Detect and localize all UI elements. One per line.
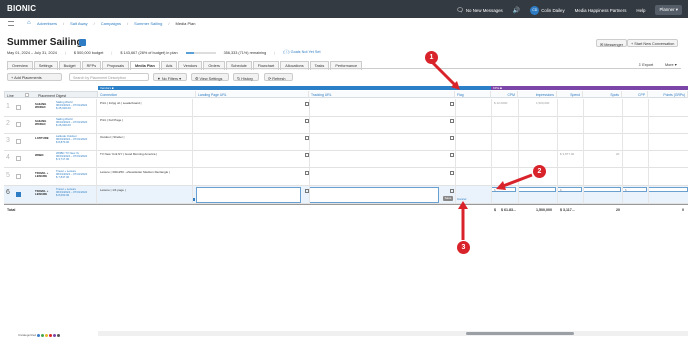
arrow-1 (430, 60, 457, 87)
annotation-arrows (430, 60, 533, 240)
annotation-marker-1: 1 (425, 51, 438, 64)
arrow-3-head (458, 201, 468, 209)
arrow-2-head (496, 181, 506, 190)
annotation-marker-3: 3 (457, 241, 470, 254)
arrow-2 (502, 173, 533, 188)
annotation-marker-2: 2 (533, 165, 546, 178)
